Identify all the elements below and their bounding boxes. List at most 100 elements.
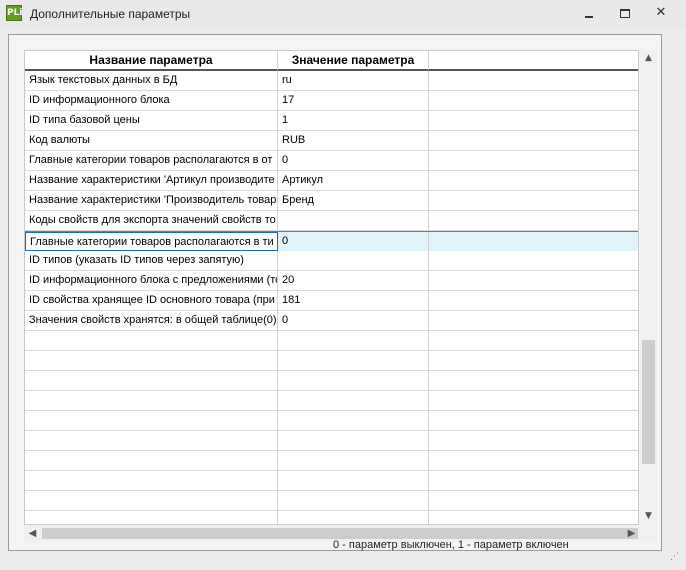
empty-table-row[interactable] xyxy=(25,351,638,371)
table-row[interactable]: Код валюты RUB xyxy=(25,131,638,151)
table-row[interactable]: ID типа базовой цены 1 xyxy=(25,111,638,131)
param-value-cell[interactable] xyxy=(278,491,429,510)
close-icon: ✕ xyxy=(655,5,667,20)
param-value-cell[interactable]: Бренд xyxy=(278,191,429,210)
param-value-cell[interactable]: 0 xyxy=(278,151,429,170)
title-bar[interactable]: PLi Дополнительные параметры ✕ xyxy=(0,0,686,28)
param-value-cell[interactable]: 0 xyxy=(278,232,429,251)
empty-table-row[interactable] xyxy=(25,391,638,411)
empty-table-row[interactable] xyxy=(25,431,638,451)
empty-table-row[interactable] xyxy=(25,331,638,351)
param-name-cell[interactable]: ID информационного блока с предложениями… xyxy=(25,271,278,290)
table-row[interactable]: ID информационного блока 17 xyxy=(25,91,638,111)
table-row[interactable]: Коды свойств для экспорта значений свойс… xyxy=(25,211,638,231)
extra-cell xyxy=(429,411,638,430)
extra-cell xyxy=(429,251,638,270)
param-value-cell[interactable]: Артикул xyxy=(278,171,429,190)
param-value-cell[interactable] xyxy=(278,451,429,470)
param-name-cell[interactable] xyxy=(25,411,278,430)
param-value-cell[interactable]: 0 xyxy=(278,311,429,330)
param-name-cell[interactable] xyxy=(25,451,278,470)
param-name-cell[interactable] xyxy=(25,391,278,410)
param-name-cell[interactable] xyxy=(25,371,278,390)
empty-table-row[interactable] xyxy=(25,511,638,524)
parameters-grid[interactable]: Название параметра Значение параметра Яз… xyxy=(24,50,639,525)
param-name-cell[interactable] xyxy=(25,431,278,450)
extra-cell xyxy=(429,491,638,510)
extra-cell xyxy=(429,111,638,130)
table-row[interactable]: ID информационного блока с предложениями… xyxy=(25,271,638,291)
column-header-value[interactable]: Значение параметра xyxy=(278,51,429,70)
param-value-cell[interactable] xyxy=(278,351,429,370)
param-value-cell[interactable] xyxy=(278,511,429,524)
param-value-cell[interactable]: 17 xyxy=(278,91,429,110)
grid-header: Название параметра Значение параметра xyxy=(25,51,638,71)
extra-cell xyxy=(429,431,638,450)
param-value-cell[interactable] xyxy=(278,211,429,230)
empty-table-row[interactable] xyxy=(25,471,638,491)
scroll-up-icon[interactable]: ▲ xyxy=(640,50,657,66)
param-value-cell[interactable] xyxy=(278,391,429,410)
horizontal-scroll-thumb[interactable] xyxy=(42,528,638,539)
scroll-right-icon[interactable]: ▶ xyxy=(623,525,640,542)
param-value-cell[interactable]: ru xyxy=(278,71,429,90)
table-row[interactable]: Название характеристики 'Производитель т… xyxy=(25,191,638,211)
param-name-cell[interactable]: ID типа базовой цены xyxy=(25,111,278,130)
empty-table-row[interactable] xyxy=(25,491,638,511)
table-row[interactable]: Язык текстовых данных в БД ru xyxy=(25,71,638,91)
param-name-cell[interactable]: ID типов (указать ID типов через запятую… xyxy=(25,251,278,270)
extra-cell xyxy=(429,451,638,470)
param-name-cell[interactable]: Язык текстовых данных в БД xyxy=(25,71,278,90)
param-value-cell[interactable] xyxy=(278,331,429,350)
table-row[interactable]: Название характеристики 'Артикул произво… xyxy=(25,171,638,191)
param-name-cell[interactable] xyxy=(25,351,278,370)
extra-cell xyxy=(429,331,638,350)
param-value-cell[interactable] xyxy=(278,431,429,450)
resize-grip-icon[interactable]: ⋰ xyxy=(670,552,679,562)
param-value-cell[interactable] xyxy=(278,471,429,490)
vertical-scrollbar[interactable]: ▲ ▼ xyxy=(640,50,657,525)
extra-cell xyxy=(429,151,638,170)
table-row[interactable]: Главные категории товаров располагаются … xyxy=(25,151,638,171)
close-button[interactable]: ✕ xyxy=(646,3,676,23)
param-value-cell[interactable]: RUB xyxy=(278,131,429,150)
param-value-cell[interactable]: 20 xyxy=(278,271,429,290)
param-value-cell[interactable] xyxy=(278,411,429,430)
param-name-cell[interactable]: Название характеристики 'Производитель т… xyxy=(25,191,278,210)
param-name-cell[interactable]: ID информационного блока xyxy=(25,91,278,110)
minimize-button[interactable] xyxy=(574,3,604,23)
scroll-down-icon[interactable]: ▼ xyxy=(640,508,657,524)
param-name-cell[interactable]: ID свойства хранящее ID основного товара… xyxy=(25,291,278,310)
vertical-scroll-thumb[interactable] xyxy=(642,340,655,464)
table-row[interactable]: ID типов (указать ID типов через запятую… xyxy=(25,251,638,271)
param-name-cell[interactable]: Коды свойств для экспорта значений свойс… xyxy=(25,211,278,230)
extra-cell xyxy=(429,311,638,330)
maximize-button[interactable] xyxy=(610,3,640,23)
extra-cell xyxy=(429,232,638,251)
empty-table-row[interactable] xyxy=(25,371,638,391)
param-name-cell[interactable]: Значения свойств хранятся: в общей табли… xyxy=(25,311,278,330)
empty-table-row[interactable] xyxy=(25,451,638,471)
table-row[interactable]: Главные категории товаров располагаются … xyxy=(25,231,638,251)
param-name-cell[interactable]: Главные категории товаров располагаются … xyxy=(25,151,278,170)
param-value-cell[interactable]: 1 xyxy=(278,111,429,130)
scroll-left-icon[interactable]: ◀ xyxy=(24,525,41,542)
param-name-cell[interactable]: Название характеристики 'Артикул произво… xyxy=(25,171,278,190)
column-header-extra[interactable] xyxy=(429,51,638,70)
param-name-cell[interactable]: Главные категории товаров располагаются … xyxy=(25,232,278,251)
param-value-cell[interactable] xyxy=(278,251,429,270)
param-name-cell[interactable] xyxy=(25,511,278,524)
param-name-cell[interactable] xyxy=(25,491,278,510)
extra-cell xyxy=(429,171,638,190)
table-row[interactable]: Значения свойств хранятся: в общей табли… xyxy=(25,311,638,331)
param-value-cell[interactable] xyxy=(278,371,429,390)
param-name-cell[interactable]: Код валюты xyxy=(25,131,278,150)
status-hint: 0 - параметр выключен, 1 - параметр вклю… xyxy=(333,539,569,551)
param-name-cell[interactable] xyxy=(25,471,278,490)
param-name-cell[interactable] xyxy=(25,331,278,350)
column-header-name[interactable]: Название параметра xyxy=(25,51,278,70)
empty-table-row[interactable] xyxy=(25,411,638,431)
extra-cell xyxy=(429,471,638,490)
param-value-cell[interactable]: 181 xyxy=(278,291,429,310)
table-row[interactable]: ID свойства хранящее ID основного товара… xyxy=(25,291,638,311)
